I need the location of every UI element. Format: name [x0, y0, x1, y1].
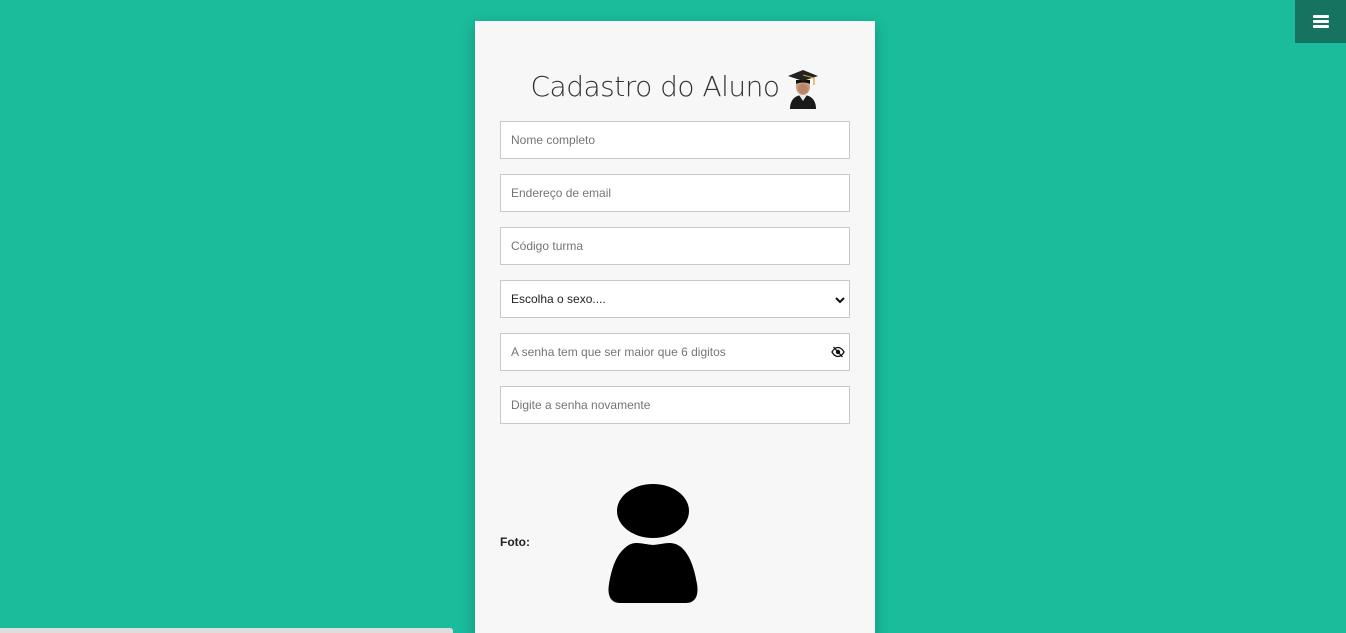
menu-button[interactable] [1295, 0, 1346, 43]
eye-slash-icon[interactable] [831, 346, 845, 358]
nome-input[interactable] [501, 122, 849, 158]
senha-field[interactable] [500, 333, 850, 371]
user-silhouette-icon[interactable] [600, 484, 708, 604]
page-title: Cadastro do Aluno [530, 70, 781, 103]
title-row: Cadastro do Aluno [475, 65, 875, 109]
nome-field[interactable] [500, 121, 850, 159]
page: Cadastro do Aluno Nome completo Endereço… [0, 0, 1346, 633]
sexo-field[interactable]: Escolha o sexo.... [500, 280, 850, 318]
turma-input[interactable] [501, 228, 849, 264]
graduate-student-icon [787, 70, 818, 109]
turma-field[interactable] [500, 227, 850, 265]
senha-confirm-field[interactable] [500, 386, 850, 424]
senha-input[interactable] [501, 334, 849, 370]
registration-card: Cadastro do Aluno Nome completo Endereço… [475, 21, 875, 633]
email-input[interactable] [501, 175, 849, 211]
horizontal-scrollbar[interactable] [0, 628, 453, 633]
senha-confirm-input[interactable] [501, 387, 849, 423]
email-field[interactable] [500, 174, 850, 212]
foto-label: Foto: [500, 535, 530, 549]
sexo-select[interactable]: Escolha o sexo.... [501, 281, 849, 317]
hamburger-menu-icon [1312, 15, 1329, 28]
